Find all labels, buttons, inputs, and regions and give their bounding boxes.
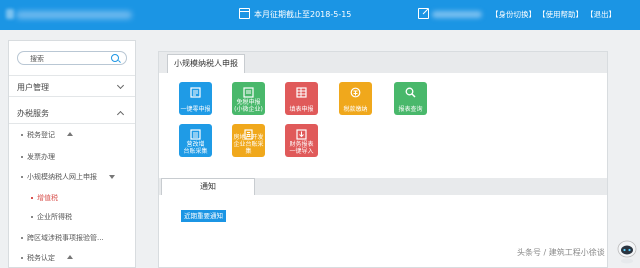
ledger-icon [190,129,201,140]
calendar-icon [239,8,250,19]
tile-label: 一键零申报 [180,106,211,113]
bullet-icon [21,156,23,158]
triangle-up-icon [67,132,73,136]
taxpayer-name-blurred [16,11,132,19]
switch-identity-link[interactable]: 【身份切换】 [491,9,536,20]
tile-label: 房地产开发 企业台账采集 [233,134,264,155]
bullet-icon [31,216,33,218]
recent-notices-button[interactable]: 近期重要通知 [181,210,226,222]
sidebar-item-invoice[interactable]: 发票办理 [21,152,55,162]
chevron-down-icon [116,81,125,90]
bullet-icon [31,197,33,199]
search-box[interactable]: 搜索 [17,51,127,65]
sidebar-item-tax-registration[interactable]: 税务登记 [21,130,55,140]
tile-one-click-zero-filing[interactable]: 一键零申报 [179,82,212,115]
tile-vat-ledger-collection[interactable]: 营改增 台账采集 [179,124,212,157]
user-name-blurred [432,11,482,18]
sidebar: 搜索 用户管理 办税服务 税务登记 发票办理 小规模纳税人网上申报 增值税 企业… [8,40,136,268]
tile-form-filing[interactable]: 填表申报 [285,82,318,115]
tile-tax-payment[interactable]: 税款缴纳 [339,82,372,115]
logo [6,9,14,19]
form-icon [243,87,254,98]
triangle-up-icon [67,255,73,259]
tab-notice[interactable]: 通知 [161,178,255,195]
coin-icon [350,87,361,98]
tile-label: 填表申报 [289,106,314,113]
tile-label: 报表查询 [398,106,423,113]
logout-link[interactable]: 【退出】 [586,9,616,20]
sidebar-item-vat[interactable]: 增值税 [31,193,58,203]
bullet-icon [21,237,23,239]
table-icon [296,87,307,98]
tile-label: 营改增 台账采集 [183,141,208,155]
section-label: 用户管理 [17,83,49,92]
sidebar-item-small-scale-filing[interactable]: 小规模纳税人网上申报 [21,172,97,182]
tile-financial-statement-import[interactable]: 财务报表 一键导入 [285,124,318,157]
tile-label: 免税申报 (小微企业) [234,99,263,113]
main-panel: 小规模纳税人申报 一键零申报 免税申报 (小微企业) 填表申报 税款缴纳 报表查询… [158,51,608,268]
watermark-text: 头条号 / 建筑工程小徐谈 [517,248,605,257]
search-icon[interactable] [111,54,119,62]
bullet-icon [21,134,23,136]
document-icon [190,87,201,98]
help-link[interactable]: 【使用帮助】 [538,9,583,20]
section-label: 办税服务 [17,109,49,118]
tile-real-estate-ledger[interactable]: 房地产开发 企业台账采集 [232,124,265,157]
robot-mascot-icon [617,240,637,264]
top-bar: 本月征期截止至2018-5-15 【身份切换】 【使用帮助】 【退出】 [0,0,640,30]
tile-tax-exempt-filing[interactable]: 免税申报 (小微企业) [232,82,265,115]
tile-label: 税款缴纳 [343,106,368,113]
sidebar-item-tax-identification[interactable]: 税务认定 [21,253,55,263]
tab-small-scale-filing[interactable]: 小规模纳税人申报 [167,54,245,73]
bullet-icon [21,176,23,178]
sidebar-section-tax-services[interactable]: 办税服务 [9,102,135,124]
tile-report-query[interactable]: 报表查询 [394,82,427,115]
import-icon [296,129,307,140]
chevron-up-icon [116,110,125,119]
sidebar-section-user-management[interactable]: 用户管理 [9,75,135,97]
edit-icon[interactable] [418,8,429,19]
tab-strip: 小规模纳税人申报 [159,52,607,73]
tile-label: 财务报表 一键导入 [289,141,314,155]
triangle-down-icon [109,175,115,179]
sidebar-item-corporate-income-tax[interactable]: 企业所得税 [31,212,72,222]
sidebar-item-cross-region[interactable]: 跨区域涉税事项报验管... [21,233,104,243]
search-input[interactable]: 搜索 [30,54,44,64]
deadline-text: 本月征期截止至2018-5-15 [254,10,352,19]
bullet-icon [21,257,23,259]
magnifier-icon [405,87,416,98]
